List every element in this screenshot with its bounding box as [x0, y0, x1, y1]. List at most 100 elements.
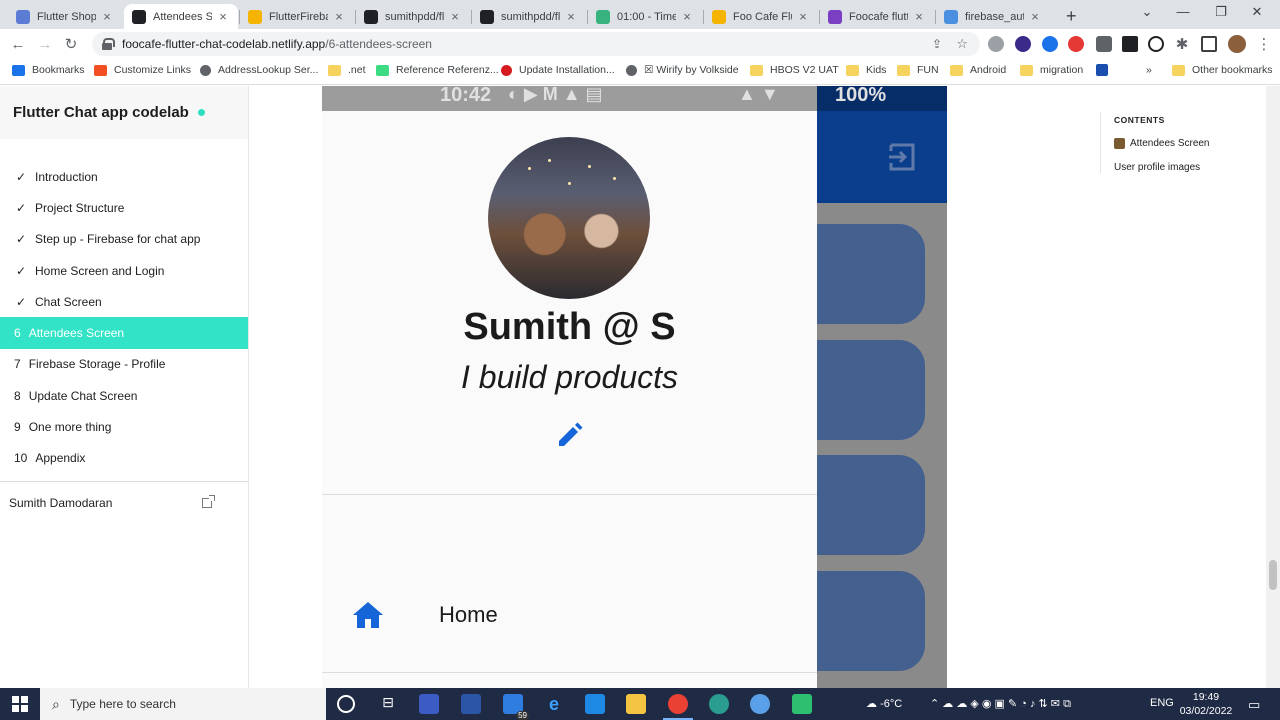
browser-tab[interactable]: Attendees Screen ×	[124, 4, 238, 29]
puzzle-icon[interactable]: ✱	[1172, 34, 1192, 54]
drawer-item-label: Home	[439, 602, 498, 627]
browser-tab[interactable]: FlutterFirebase ×	[240, 4, 354, 29]
vscode-icon[interactable]	[585, 694, 605, 714]
bookmark-item[interactable]	[1096, 64, 1115, 76]
tab-close-icon[interactable]: ×	[216, 9, 230, 24]
sidebar-item[interactable]: 7 Firebase Storage - Profile	[0, 349, 248, 380]
sidebar-item[interactable]: ✓ Home Screen and Login	[0, 255, 248, 286]
chrome-icon[interactable]	[668, 694, 688, 714]
bookmark-item[interactable]: Reference Referenz...	[376, 64, 499, 76]
attendee-card[interactable]	[817, 224, 925, 324]
tab-close-icon[interactable]: ×	[564, 9, 578, 24]
bookmark-item[interactable]: Android	[950, 64, 1006, 76]
tab-close-icon[interactable]: ×	[332, 9, 346, 24]
clock-extension-icon[interactable]	[1148, 36, 1164, 52]
bookmark-item[interactable]: HBOS V2 UAT	[750, 64, 839, 76]
bookmark-item[interactable]: FUN	[897, 64, 939, 76]
extension-icon[interactable]	[1042, 36, 1058, 52]
task-view-icon[interactable]: ⊟	[378, 694, 398, 714]
menu-icon[interactable]: ⋮	[1254, 34, 1274, 54]
tab-close-icon[interactable]: ×	[912, 9, 926, 24]
taskbar-search[interactable]: ⌕ Type here to search	[40, 688, 326, 720]
bookmark-item[interactable]: .net	[328, 64, 366, 76]
system-clock[interactable]: 19:49 03/02/2022	[1176, 690, 1236, 718]
author-link[interactable]: Sumith Damodaran	[0, 482, 248, 510]
app-icon[interactable]	[709, 694, 729, 714]
side-panel-icon[interactable]	[1201, 36, 1217, 52]
logout-icon[interactable]	[887, 141, 919, 173]
bookmark-item[interactable]: migration	[1020, 64, 1083, 76]
bookmark-item[interactable]: Update Installation...	[501, 64, 615, 76]
bookmark-item[interactable]: Bookmarks	[12, 64, 85, 76]
scroll-thumb[interactable]	[1269, 560, 1277, 590]
app-icon[interactable]	[792, 694, 812, 714]
bookmark-item[interactable]: AddressLookup Ser...	[200, 64, 318, 76]
extension-icon[interactable]	[1096, 36, 1112, 52]
sidebar-item[interactable]: 9 One more thing	[0, 411, 248, 442]
reload-button[interactable]: ↻	[61, 34, 81, 54]
app-icon[interactable]	[750, 694, 770, 714]
file-explorer-icon[interactable]	[626, 694, 646, 714]
tab-close-icon[interactable]: ×	[1028, 9, 1042, 24]
site-title[interactable]: Flutter Chat app codelab	[0, 86, 248, 139]
close-window-button[interactable]: ✕	[1234, 4, 1280, 20]
contents-item[interactable]: User profile images	[1114, 162, 1270, 173]
tab-separator	[819, 10, 820, 24]
profile-avatar[interactable]	[488, 137, 650, 299]
attendee-card[interactable]	[817, 455, 925, 555]
bookmark-item[interactable]: ☒ Wirify by Volkside	[626, 64, 739, 76]
more-bookmarks-button[interactable]: »	[1146, 64, 1152, 76]
browser-tab[interactable]: firebase_auth ×	[936, 4, 1050, 29]
sidebar-item[interactable]: 8 Update Chat Screen	[0, 380, 248, 411]
notification-icon[interactable]: ▭	[1248, 697, 1260, 713]
sidebar-item[interactable]: ✓ Project Structure	[0, 192, 248, 223]
tray-icons[interactable]: ⌃ ☁ ☁ ◈ ◉ ▣ ✎ ◔ ♪ ⇅ ✉ ⧉	[930, 697, 1071, 711]
extension-icon[interactable]	[1068, 36, 1084, 52]
back-button[interactable]: ←	[8, 34, 28, 54]
browser-tab[interactable]: sumithpdd/flu ×	[472, 4, 586, 29]
tab-close-icon[interactable]: ×	[796, 9, 810, 24]
page-scrollbar[interactable]	[1266, 86, 1280, 688]
edge-icon[interactable]: e	[544, 694, 564, 714]
cortana-icon[interactable]	[337, 695, 355, 713]
tab-close-icon[interactable]: ×	[100, 9, 114, 24]
attendee-card[interactable]	[817, 571, 925, 671]
drawer-item-home[interactable]: Home	[322, 596, 817, 634]
language-indicator[interactable]: ENG	[1150, 697, 1174, 709]
edit-profile-button[interactable]	[554, 421, 584, 451]
url-path: /6-attendees-screen	[325, 37, 432, 51]
sidebar-item[interactable]: 10 Appendix	[0, 443, 248, 474]
forward-button[interactable]: →	[35, 34, 55, 54]
tab-close-icon[interactable]: ×	[680, 9, 694, 24]
browser-tab[interactable]: Foocafe flutte ×	[820, 4, 934, 29]
attendee-card[interactable]	[817, 340, 925, 440]
browser-tab[interactable]: Foo Cafe Flutt ×	[704, 4, 818, 29]
browser-tab[interactable]: 01:00 - Time fi ×	[588, 4, 702, 29]
start-button[interactable]	[0, 688, 40, 720]
address-bar[interactable]: foocafe-flutter-chat-codelab.netlify.app…	[92, 32, 980, 56]
sidebar-item[interactable]: ✓ Introduction	[0, 161, 248, 192]
todo-icon[interactable]: 59	[503, 694, 529, 720]
extension-icon[interactable]	[1015, 36, 1031, 52]
browser-tab[interactable]: sumithpdd/flu ×	[356, 4, 470, 29]
save-app-icon[interactable]	[419, 694, 439, 714]
drawer-divider	[322, 672, 817, 673]
sidebar-item[interactable]: ✓ Step up - Firebase for chat app	[0, 224, 248, 255]
contents-item[interactable]: Attendees Screen	[1114, 138, 1270, 149]
sidebar-item[interactable]: 6 Attendees Screen	[0, 317, 248, 349]
sidebar-item[interactable]: ✓ Chat Screen	[0, 286, 248, 317]
new-tab-button[interactable]: +	[1066, 6, 1077, 27]
notion-icon[interactable]	[1122, 36, 1138, 52]
weather-widget[interactable]: ☁ -6°C	[866, 697, 902, 710]
extension-icon[interactable]	[988, 36, 1004, 52]
browser-tab[interactable]: Flutter Shop ×	[8, 4, 122, 29]
bookmark-item[interactable]: Kids	[846, 64, 886, 76]
other-bookmarks[interactable]: Other bookmarks	[1172, 64, 1273, 76]
bookmark-item[interactable]: Customize Links	[94, 64, 191, 76]
tab-close-icon[interactable]: ×	[448, 9, 462, 24]
powershell-icon[interactable]	[461, 694, 481, 714]
avatar[interactable]	[1228, 35, 1246, 53]
share-icon[interactable]: ⇪	[932, 37, 942, 51]
bookmark-star-icon[interactable]: ☆	[956, 36, 968, 52]
bookmark-label: FUN	[917, 64, 939, 76]
